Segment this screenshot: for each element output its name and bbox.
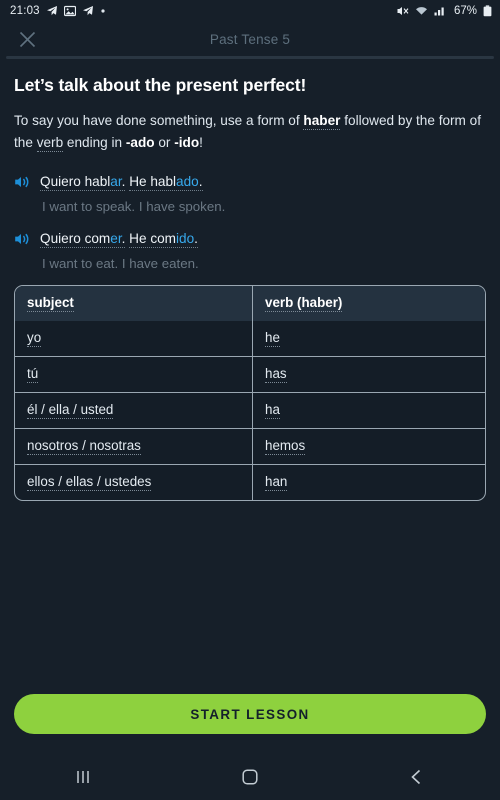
table-cell-verb-label: han (265, 474, 288, 492)
table-cell-subject: ellos / ellas / ustedes (15, 465, 253, 501)
wifi-icon (415, 5, 428, 17)
segment-suffix: . (121, 230, 126, 246)
table-cell-verb-label: he (265, 330, 280, 348)
table-cell-verb: ha (253, 393, 485, 428)
table-cell-verb-label: hemos (265, 438, 306, 456)
battery-icon (483, 5, 492, 17)
table-cell-subject-label: ellos / ellas / ustedes (27, 474, 152, 492)
intro-text-part4: or (154, 135, 175, 151)
table-cell-verb: han (253, 465, 485, 500)
segment-highlight: ado (176, 174, 199, 190)
table-cell-subject-label: tú (27, 366, 39, 384)
intro-term-haber: haber (303, 113, 341, 130)
home-icon (242, 769, 258, 785)
close-button[interactable] (14, 26, 40, 52)
home-button[interactable] (215, 757, 285, 797)
intro-term-verb: verb (36, 135, 64, 153)
segment-suffix: . (194, 230, 198, 246)
table-cell-subject-label: nosotros / nosotras (27, 438, 141, 456)
table-cell-subject: nosotros / nosotras (15, 429, 253, 465)
status-bar-clock: 21:03 (10, 5, 40, 17)
page-title: Past Tense 5 (209, 31, 291, 47)
mute-icon (396, 5, 409, 17)
table-row: nosotros / nosotras hemos (15, 428, 485, 465)
table-row: yo he (15, 321, 485, 357)
status-bar: 21:03 67% (0, 0, 500, 22)
cta-container: START LESSON (0, 694, 500, 734)
example-translation: I want to eat. I have eaten. (42, 255, 199, 271)
telegram-send-icon (82, 5, 94, 17)
recents-icon (77, 771, 90, 783)
lesson-content: Let’s talk about the present perfect! To… (0, 59, 500, 502)
conjugation-table: subject verb (haber) yo he tú has él / e… (14, 285, 486, 502)
segment-suffix: . (198, 174, 203, 190)
app-bar: Past Tense 5 (0, 22, 500, 56)
table-row: él / ella / usted ha (15, 392, 485, 429)
table-cell-subject-label: yo (27, 330, 42, 348)
segment-prefix: Quiero com (40, 230, 111, 246)
close-icon (19, 31, 35, 47)
table-cell-verb: has (253, 357, 485, 392)
recents-button[interactable] (48, 757, 118, 797)
segment-highlight: er (110, 230, 122, 246)
table-cell-verb-label: ha (265, 402, 280, 420)
image-icon (63, 5, 76, 17)
example-translation: I want to speak. I have spoken. (42, 199, 226, 215)
example-segment: He hablado. (129, 174, 203, 192)
android-navigation-bar (0, 754, 500, 800)
segment-highlight: ar (110, 174, 122, 190)
table-cell-subject: tú (15, 357, 253, 393)
intro-text-part1: To say you have done something, use a fo… (14, 113, 304, 128)
table-header-subject-label: subject (27, 295, 74, 313)
back-button[interactable] (382, 757, 452, 797)
table-cell-subject: yo (15, 321, 253, 357)
segment-prefix: He habl (129, 174, 177, 190)
speaker-icon[interactable] (14, 174, 32, 195)
example-segment: Quiero comer. (40, 230, 126, 248)
table-cell-verb: he (253, 321, 485, 356)
table-body: yo he tú has él / ella / usted ha nosotr… (15, 321, 485, 501)
example-spanish-text: Quiero comer. He comido. (40, 229, 198, 249)
intro-text-part5: ! (199, 135, 203, 151)
intro-text-part3: ending in (63, 135, 126, 151)
status-bar-left: 21:03 (10, 5, 106, 17)
table-cell-verb: hemos (253, 429, 485, 464)
example-row: Quiero comer. He comido. (14, 229, 486, 252)
intro-ending-ido: -ido (174, 135, 200, 151)
segment-suffix: . (121, 174, 126, 190)
cellular-signal-icon (434, 5, 447, 17)
table-header-row: subject verb (haber) (15, 286, 485, 322)
speaker-icon[interactable] (14, 231, 32, 252)
telegram-send-icon (46, 5, 58, 17)
table-row: ellos / ellas / ustedes han (15, 464, 485, 501)
segment-prefix: Quiero habl (40, 174, 111, 190)
table-row: tú has (15, 356, 485, 393)
example-segment: He comido. (129, 230, 198, 248)
table-cell-subject-label: él / ella / usted (27, 402, 114, 420)
start-lesson-button[interactable]: START LESSON (14, 694, 486, 734)
battery-percent-label: 67% (453, 5, 477, 17)
table-header-subject: subject (15, 286, 253, 322)
status-bar-right: 67% (396, 5, 492, 17)
table-header-verb: verb (haber) (253, 286, 485, 321)
table-header-verb-label: verb (haber) (265, 295, 343, 313)
back-icon (410, 769, 420, 785)
segment-prefix: He com (129, 230, 177, 246)
table-cell-subject: él / ella / usted (15, 393, 253, 429)
intro-ending-ado: -ado (125, 135, 155, 151)
example-segment: Quiero hablar. (40, 174, 126, 192)
examples-list: Quiero hablar. He hablado. I want to spe… (14, 172, 486, 273)
lesson-heading: Let’s talk about the present perfect! (14, 75, 307, 95)
lesson-intro-paragraph: To say you have done something, use a fo… (14, 110, 486, 154)
dot-icon (100, 8, 106, 14)
table-cell-verb-label: has (265, 366, 287, 384)
example-spanish-text: Quiero hablar. He hablado. (40, 172, 203, 192)
example-row: Quiero hablar. He hablado. (14, 172, 486, 195)
segment-highlight: ido (176, 230, 195, 246)
